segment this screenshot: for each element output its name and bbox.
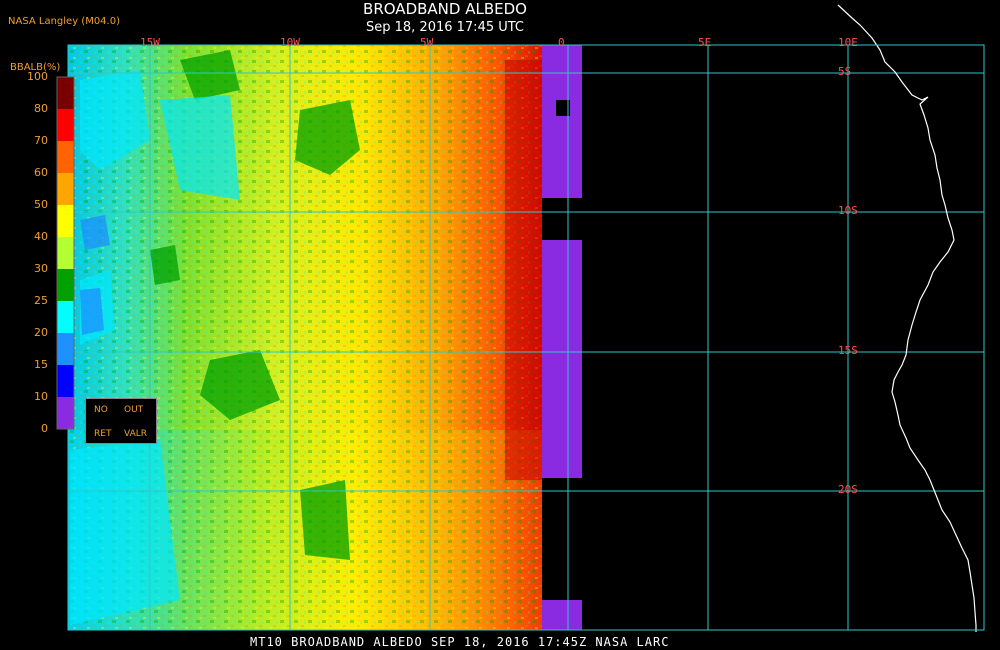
colorbar-swatch [57,397,74,429]
albedo-map: NASA Langley (M04.0) BROADBAND ALBEDO Se… [0,0,1000,650]
colorbar-tick-label: 30 [34,262,48,275]
colorbar-tick-label: 80 [34,102,48,115]
colorbar-swatch [57,301,74,333]
colorbar-swatch [57,173,74,205]
colorbar-tick-label: 20 [34,326,48,339]
map-subtitle: Sep 18, 2016 17:45 UTC [365,20,525,35]
colorbar-tick-label: 0 [41,422,48,435]
map-canvas [56,4,985,632]
nodata-label-ret: RET [94,429,112,439]
colorbar-swatch [57,269,74,301]
nodata-label-out: OUT [124,405,144,415]
latitude-label: 5S [838,65,852,78]
longitude-label: 0 [558,36,565,49]
longitude-label: 5W [420,36,434,49]
coastline [837,4,977,632]
nodata-label-valr: VALR [124,429,148,439]
colorbar-tick-label: 40 [34,230,48,243]
colorbar-tick-label: 100 [27,70,48,83]
latitude-label: 10S [838,204,858,217]
latitude-label: 20S [838,483,858,496]
colorbar-tick-label: 50 [34,198,48,211]
longitude-label: 5E [698,36,712,49]
colorbar-tick-label: 70 [34,134,48,147]
colorbar-tick-label: 25 [34,294,48,307]
footer-caption: MT10 BROADBAND ALBEDO SEP 18, 2016 17:45… [250,635,670,649]
high-albedo-strip [505,60,542,480]
nodata-label-no: NO [94,405,108,415]
colorbar-tick-label: 60 [34,166,48,179]
colorbar [56,76,75,430]
colorbar-swatch [57,109,74,141]
colorbar-swatch [57,333,74,365]
colorbar-swatch [57,205,74,237]
colorbar-tick-label: 15 [34,358,48,371]
colorbar-swatch [57,237,74,269]
colorbar-tick-label: 10 [34,390,48,403]
latitude-label: 15S [838,344,858,357]
longitude-label: 15W [140,36,160,49]
map-title: BROADBAND ALBEDO [363,0,527,18]
longitude-label: 10E [838,36,858,49]
nodata-columns [542,45,582,630]
longitude-label: 10W [280,36,300,49]
colorbar-swatch [57,77,74,109]
nodata-legend: NO OUT RET VALR [85,398,157,444]
colorbar-swatch [57,365,74,397]
colorbar-swatch [57,141,74,173]
